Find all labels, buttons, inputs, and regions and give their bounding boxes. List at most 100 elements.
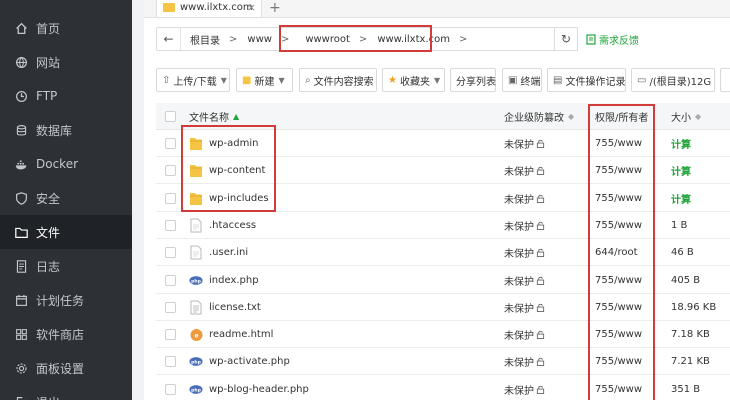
file-name[interactable]: .htaccess [209, 220, 256, 231]
file-name[interactable]: readme.html [209, 329, 273, 340]
file-name-cell[interactable]: php index.php [189, 267, 259, 294]
file-name-cell[interactable]: .user.ini [189, 239, 248, 266]
protection-cell[interactable]: 未保护 [504, 130, 545, 157]
calculate-size-link[interactable]: 计算 [671, 191, 691, 206]
protection-cell[interactable]: 未保护 [504, 185, 545, 212]
sidebar-item-exit[interactable]: 退出 [0, 385, 132, 400]
content-search-button[interactable]: ⌕ 文件内容搜索 [299, 68, 377, 92]
more-button[interactable] [720, 68, 730, 92]
table-row[interactable]: php wp-activate.php 未保护 755/www 7.21 KB [156, 348, 730, 376]
permission-cell[interactable]: 755/www [595, 376, 642, 400]
table-row[interactable]: wp-includes 未保护 755/www 计算 [156, 185, 730, 212]
size-cell[interactable]: 计算 [671, 157, 691, 184]
sidebar-item-security[interactable]: 安全 [0, 181, 132, 215]
header-protection[interactable]: 企业级防篡改 ◆ [504, 103, 574, 130]
breadcrumb-www[interactable]: www > [242, 34, 294, 45]
row-checkbox[interactable] [165, 138, 176, 149]
table-row[interactable]: license.txt 未保护 755/www 18.96 KB [156, 294, 730, 321]
header-permission[interactable]: 权限/所有者 [595, 103, 648, 130]
sidebar-item-docker[interactable]: Docker [0, 147, 132, 181]
favorites-button[interactable]: ★ 收藏夹 ▼ [382, 68, 445, 92]
size-cell[interactable]: 计算 [671, 185, 691, 212]
table-row[interactable]: php wp-blog-header.php 未保护 755/www 351 B [156, 376, 730, 400]
row-checkbox[interactable] [165, 247, 176, 259]
table-row[interactable]: wp-admin 未保护 755/www 计算 [156, 130, 730, 157]
disk-usage-button[interactable]: ▭ /(根目录)12G [631, 68, 715, 92]
permission-cell[interactable]: 755/www [595, 130, 642, 157]
header-name[interactable]: 文件名称 ▲ [189, 103, 239, 130]
terminal-button[interactable]: ▣ 终端 [502, 68, 542, 92]
sidebar-item-home[interactable]: 首页 [0, 11, 132, 45]
file-name[interactable]: wp-content [209, 165, 265, 176]
protection-cell[interactable]: 未保护 [504, 267, 545, 294]
file-name[interactable]: license.txt [209, 302, 261, 313]
sidebar-item-cron[interactable]: 计划任务 [0, 283, 132, 317]
ops-log-button[interactable]: ▤ 文件操作记录 [547, 68, 626, 92]
row-checkbox[interactable] [165, 274, 176, 286]
add-tab-button[interactable]: + [269, 0, 281, 16]
row-checkbox[interactable] [165, 165, 176, 177]
breadcrumb-wwwroot[interactable]: wwwroot > [300, 34, 372, 45]
upload-download-button[interactable]: ⇧ 上传/下载 ▼ [156, 68, 230, 92]
permission-cell[interactable]: 755/www [595, 267, 642, 294]
file-name[interactable]: wp-includes [209, 193, 269, 204]
table-row[interactable]: wp-content 未保护 755/www 计算 [156, 157, 730, 185]
back-button[interactable]: ← [157, 28, 181, 50]
table-row[interactable]: e readme.html 未保护 755/www 7.18 KB [156, 321, 730, 349]
file-name-cell[interactable]: php wp-blog-header.php [189, 376, 309, 400]
close-icon[interactable]: × [247, 1, 256, 14]
table-row[interactable]: php index.php 未保护 755/www 405 B [156, 267, 730, 294]
permission-cell[interactable]: 755/www [595, 185, 642, 212]
row-checkbox[interactable] [165, 383, 176, 395]
new-button[interactable]: ■ 新建 ▼ [236, 68, 293, 92]
file-name-cell[interactable]: wp-admin [189, 130, 258, 157]
address-bar[interactable]: ← 根目录 > www > wwwroot > www.ilxtx.com > [156, 27, 566, 51]
row-checkbox[interactable] [165, 219, 176, 231]
protection-cell[interactable]: 未保护 [504, 294, 545, 321]
feedback-link[interactable]: 需求反馈 [586, 32, 639, 47]
row-checkbox[interactable] [165, 356, 176, 368]
protection-cell[interactable]: 未保护 [504, 157, 545, 184]
permission-cell[interactable]: 755/www [595, 157, 642, 184]
permission-cell[interactable]: 644/root [595, 239, 638, 266]
file-name[interactable]: wp-admin [209, 138, 258, 149]
tab-current-directory[interactable]: www.ilxtx.com × [156, 0, 262, 18]
breadcrumb-root[interactable]: 根目录 > [185, 32, 242, 47]
file-name-cell[interactable]: license.txt [189, 294, 261, 321]
header-size[interactable]: 大小 ◆ [671, 103, 701, 130]
sidebar-item-logs[interactable]: 日志 [0, 249, 132, 283]
file-name-cell[interactable]: .htaccess [189, 212, 256, 239]
protection-cell[interactable]: 未保护 [504, 348, 545, 375]
table-row[interactable]: .user.ini 未保护 644/root 46 B [156, 239, 730, 267]
sidebar-item-settings[interactable]: 面板设置 [0, 351, 132, 385]
sidebar-item-ftp[interactable]: FTP [0, 79, 132, 113]
sidebar-item-database[interactable]: 数据库 [0, 113, 132, 147]
file-name[interactable]: wp-activate.php [209, 356, 290, 367]
refresh-button[interactable]: ↻ [554, 27, 578, 51]
select-all-checkbox[interactable] [165, 111, 176, 122]
row-checkbox[interactable] [165, 329, 176, 341]
permission-cell[interactable]: 755/www [595, 321, 642, 348]
file-name-cell[interactable]: php wp-activate.php [189, 348, 290, 375]
permission-cell[interactable]: 755/www [595, 212, 642, 239]
calculate-size-link[interactable]: 计算 [671, 136, 691, 151]
share-list-button[interactable]: 分享列表 [450, 68, 496, 92]
file-name-cell[interactable]: wp-includes [189, 185, 269, 212]
file-name-cell[interactable]: wp-content [189, 157, 265, 184]
permission-cell[interactable]: 755/www [595, 294, 642, 321]
sidebar-item-files[interactable]: 文件 [0, 215, 132, 249]
file-name-cell[interactable]: e readme.html [189, 321, 273, 348]
protection-cell[interactable]: 未保护 [504, 212, 545, 239]
file-name[interactable]: .user.ini [209, 247, 248, 258]
calculate-size-link[interactable]: 计算 [671, 163, 691, 178]
row-checkbox[interactable] [165, 192, 176, 204]
protection-cell[interactable]: 未保护 [504, 321, 545, 348]
permission-cell[interactable]: 755/www [595, 348, 642, 375]
size-cell[interactable]: 计算 [671, 130, 691, 157]
row-checkbox[interactable] [165, 301, 176, 313]
table-row[interactable]: .htaccess 未保护 755/www 1 B [156, 212, 730, 239]
file-name[interactable]: index.php [209, 275, 259, 286]
file-name[interactable]: wp-blog-header.php [209, 384, 309, 395]
sidebar-item-websites[interactable]: 网站 [0, 45, 132, 79]
breadcrumb-site[interactable]: www.ilxtx.com > [372, 34, 472, 45]
